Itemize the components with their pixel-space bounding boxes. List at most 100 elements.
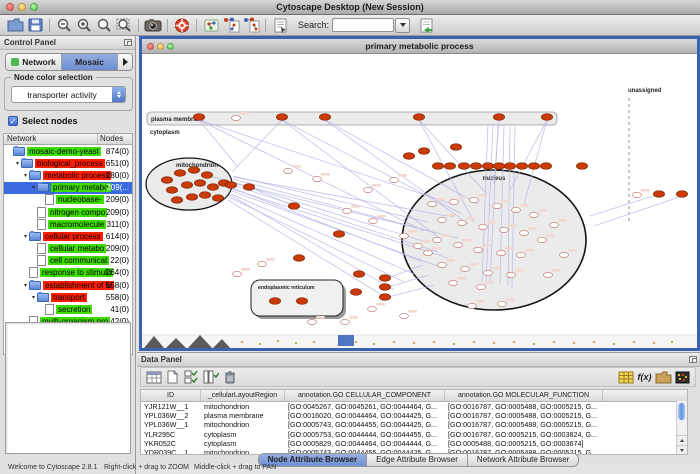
tab-network[interactable]: Network — [6, 54, 62, 70]
toolbar-separator — [167, 19, 168, 32]
zoom-fit-button[interactable] — [94, 17, 114, 34]
toolbar-separator — [196, 19, 197, 32]
open-session-button[interactable] — [5, 17, 25, 34]
birds-eye-view[interactable] — [5, 322, 131, 454]
tree-row-count: 311(0) — [106, 220, 129, 229]
tree-expand-icon[interactable]: ▾ — [22, 282, 29, 289]
table-row[interactable]: YKR052Ccytoplasm[GO:0005829, GO:0044464,… — [141, 439, 687, 448]
scrollbar-thumb[interactable] — [678, 403, 685, 420]
scroll-up-button[interactable] — [677, 435, 687, 445]
delete-attribute-button[interactable] — [220, 369, 239, 385]
tree-row[interactable]: ▾biological_process651(0) — [4, 157, 132, 169]
tree-row[interactable]: ▾transport558(0) — [4, 291, 132, 303]
layout-red-button[interactable] — [221, 17, 241, 34]
status-zoom-hint: Right-click + drag to ZOOM — [104, 464, 189, 471]
tree-row[interactable]: response to stimulu264(0) — [4, 267, 132, 279]
search-label: Search: — [298, 20, 329, 30]
select-rows-button[interactable] — [201, 369, 220, 385]
trash-icon — [224, 370, 236, 384]
table-cell: YPL036W__1 — [141, 420, 201, 429]
tree-row[interactable]: ▾primary metabo209(... — [4, 182, 132, 194]
node-color-dropdown[interactable]: transporter activity — [11, 86, 126, 103]
toolbar-separator — [49, 19, 50, 32]
tree-row-count: 22(0) — [110, 256, 129, 265]
tree-column-network[interactable]: Network — [4, 134, 98, 144]
tree-row[interactable]: ▾establishment of lo558(0) — [4, 279, 132, 291]
tree-row-label: macromolecule — [48, 220, 106, 229]
close-button[interactable] — [6, 3, 14, 11]
attr-table-header: ID_cellularLayoutRegionannotation.GO CEL… — [141, 390, 687, 402]
network-overview-button[interactable] — [201, 17, 221, 34]
table-row[interactable]: YPL036W__2plasma membrane[GO:0016020, GO… — [141, 411, 687, 420]
control-panel-tabs: Network Mosaic — [5, 53, 133, 71]
create-attribute-button[interactable] — [163, 369, 182, 385]
tree-row[interactable]: nitrogen compo209(0) — [4, 206, 132, 218]
tree-expand-icon[interactable]: ▾ — [14, 160, 21, 167]
tree-row[interactable]: ▾metabolic process280(0) — [4, 169, 132, 181]
tree-row[interactable]: cell communicat22(0) — [4, 255, 132, 267]
table-row[interactable]: YJR121W__1mitochondrion[GO:0045267, GO:0… — [141, 402, 687, 411]
frame-minimize-button[interactable] — [157, 43, 164, 50]
help-button[interactable] — [172, 17, 192, 34]
tree-column-nodes[interactable]: Nodes — [98, 134, 132, 144]
zoom-window-button[interactable] — [30, 3, 38, 11]
node-color-legend: Node color selection — [11, 73, 96, 82]
table-scrollbar[interactable] — [676, 401, 687, 455]
tree-row[interactable]: nucleobase-209(0) — [4, 194, 132, 206]
zoom-selected-button[interactable] — [114, 17, 134, 34]
column-header[interactable]: annotation.GO MOLECULAR_FUNCTION — [445, 390, 603, 401]
table-row[interactable]: YPL036W__1mitochondrion[GO:0005743, GO:0… — [141, 420, 687, 429]
float-panel-icon[interactable] — [124, 39, 132, 46]
matrix-view-button[interactable] — [673, 369, 692, 385]
network-tree-header[interactable]: Network Nodes — [3, 133, 133, 145]
float-panel-icon[interactable] — [689, 356, 697, 363]
search-options-button[interactable] — [395, 18, 410, 33]
attribute-table: ID_cellularLayoutRegionannotation.GO CEL… — [140, 389, 688, 455]
column-header[interactable]: ID — [141, 390, 201, 401]
tree-row[interactable]: ▾cellular process614(0) — [4, 230, 132, 242]
tree-row-label: cell communicat — [48, 256, 109, 265]
status-welcome: Welcome to Cytoscape 2.8.1 — [8, 464, 97, 471]
status-bar: Welcome to Cytoscape 2.8.1 Right-click +… — [0, 463, 700, 474]
tree-row[interactable]: macromolecule311(0) — [4, 218, 132, 230]
column-header[interactable]: _cellularLayoutRegion — [201, 390, 285, 401]
vizmapper-button[interactable] — [270, 17, 290, 34]
tab-mosaic-label: Mosaic — [75, 57, 104, 67]
tree-row-label: transport — [51, 293, 87, 302]
zoom-in-button[interactable] — [74, 17, 94, 34]
import-network-button[interactable] — [416, 17, 436, 34]
tree-expand-icon[interactable]: ▾ — [30, 184, 37, 191]
select-columns-button[interactable] — [182, 369, 201, 385]
network-view-titlebar[interactable]: primary metabolic process — [142, 39, 697, 54]
tab-mosaic[interactable]: Mosaic — [62, 54, 118, 70]
search-input[interactable] — [332, 18, 394, 32]
table-cell: cytoplasm — [201, 430, 285, 439]
open-attribute-file-button[interactable] — [654, 369, 673, 385]
folder-icon — [37, 183, 49, 192]
tree-expand-icon[interactable]: ▾ — [22, 172, 29, 179]
formula-builder-button[interactable]: f(x) — [635, 369, 654, 385]
frame-close-button[interactable] — [147, 43, 154, 50]
column-header[interactable]: annotation.GO CELLULAR_COMPONENT — [285, 390, 445, 401]
table-cell: [GO:0005753, GO:0044444, GO:0044455, G..… — [285, 430, 445, 439]
table-cell: [GO:0005829, GO:0044464, GO:0044444, G..… — [285, 439, 445, 448]
snapshot-button[interactable] — [143, 17, 163, 34]
tree-expand-icon[interactable]: ▾ — [22, 233, 29, 240]
tree-expand-icon[interactable]: ▾ — [30, 294, 37, 301]
layout-blue-button[interactable] — [241, 17, 261, 34]
tree-row[interactable]: mosaic-demo-yeast874(0) — [4, 145, 132, 157]
minimize-button[interactable] — [18, 3, 26, 11]
save-session-button[interactable] — [25, 17, 45, 34]
select-nodes-checkbox[interactable] — [8, 116, 18, 126]
tree-row[interactable]: cellular metabo209(0) — [4, 243, 132, 255]
import-attributes-button[interactable] — [616, 369, 635, 385]
toolbar-separator — [138, 19, 139, 32]
tab-overflow-button[interactable] — [118, 54, 132, 70]
network-canvas[interactable]: plasma membranecytoplasmunassignednucleu… — [142, 54, 697, 348]
status-pan-hint: Middle-click + drag to PAN — [194, 464, 276, 471]
select-attributes-button[interactable] — [144, 369, 163, 385]
zoom-out-button[interactable] — [54, 17, 74, 34]
frame-zoom-button[interactable] — [167, 43, 174, 50]
table-row[interactable]: YLR295Ccytoplasm[GO:0005753, GO:0044444,… — [141, 430, 687, 439]
tree-row[interactable]: secretion41(0) — [4, 303, 132, 315]
